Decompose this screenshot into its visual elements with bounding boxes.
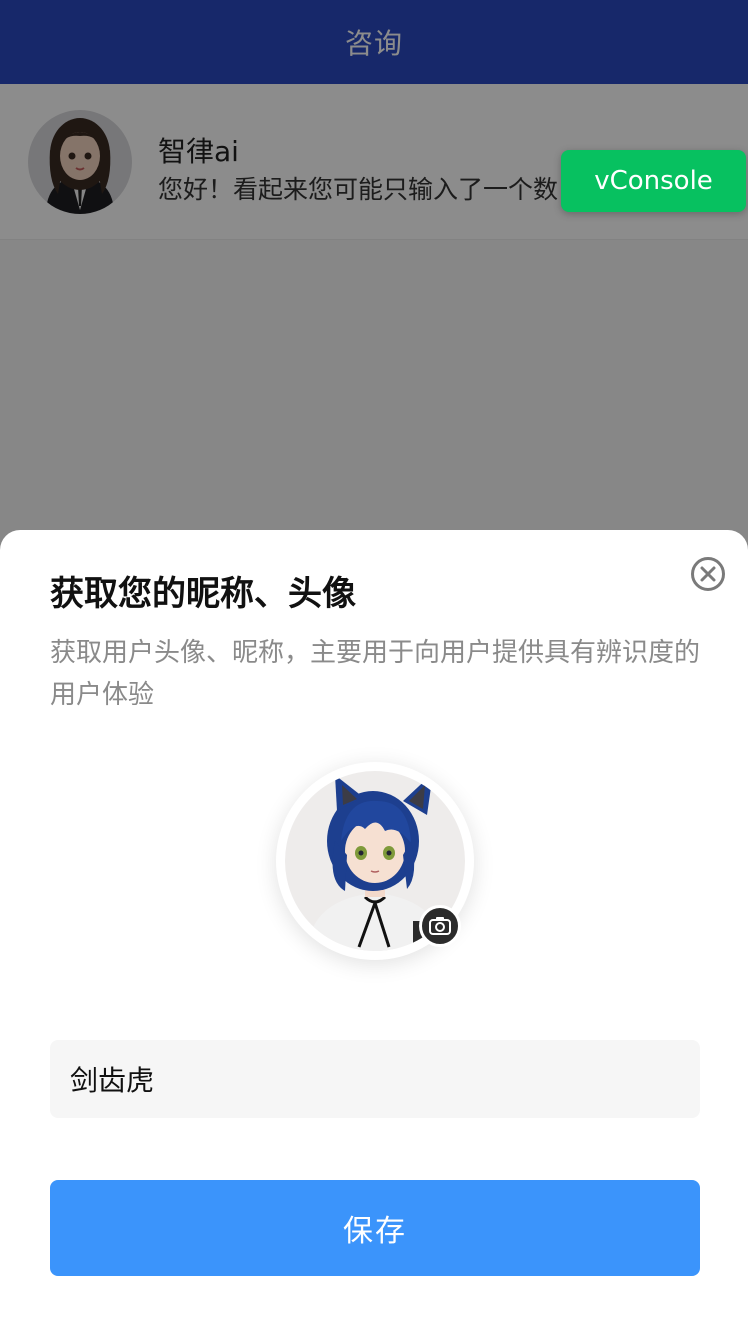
camera-icon <box>419 905 461 947</box>
page: 咨询 智律ai 您好！看起来您可能只输入了一个数 vConsole 获取您的昵称… <box>0 0 748 1328</box>
choose-avatar-button[interactable] <box>276 762 474 960</box>
nickname-input[interactable] <box>50 1040 700 1118</box>
vconsole-button[interactable]: vConsole <box>561 150 746 212</box>
profile-sheet: 获取您的昵称、头像 获取用户头像、昵称，主要用于向用户提供具有辨识度的用户体验 <box>0 530 748 1328</box>
sheet-title: 获取您的昵称、头像 <box>50 574 356 614</box>
close-button[interactable] <box>690 556 726 592</box>
save-button[interactable]: 保存 <box>50 1180 700 1276</box>
close-icon <box>691 557 725 591</box>
sheet-description: 获取用户头像、昵称，主要用于向用户提供具有辨识度的用户体验 <box>50 638 701 710</box>
